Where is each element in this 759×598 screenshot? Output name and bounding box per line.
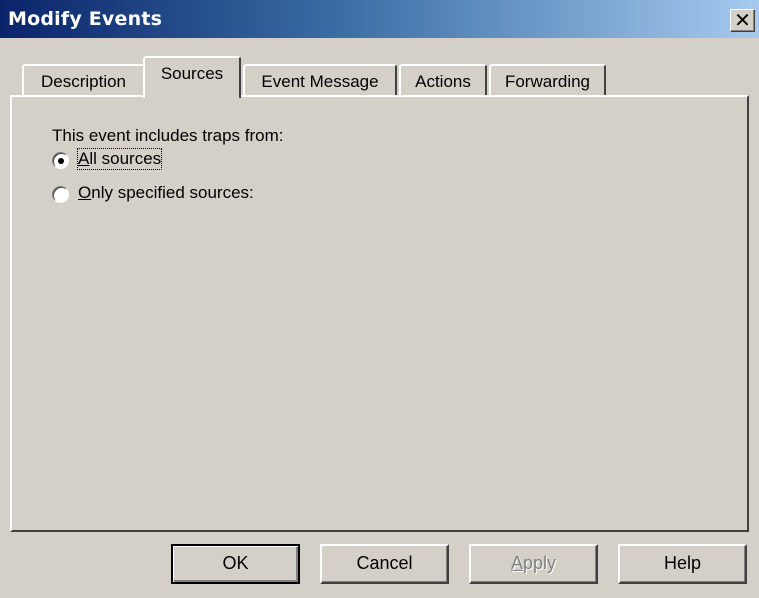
radio-only-specified-text: nly specified sources: — [91, 183, 254, 202]
mnemonic-o: O — [78, 183, 92, 202]
radio-all-sources-text: ll sources — [89, 149, 162, 168]
apply-button-label: Apply — [511, 553, 556, 573]
help-button[interactable]: Help — [618, 544, 747, 584]
cancel-button[interactable]: Cancel — [320, 544, 449, 584]
close-button[interactable]: ✕ — [730, 9, 755, 32]
traps-intro-label: This event includes traps from: — [52, 126, 284, 145]
tab-actions-label: Actions — [415, 72, 471, 91]
radio-dot — [58, 158, 64, 164]
radio-button-unselected[interactable] — [52, 186, 69, 203]
radio-button-selected[interactable] — [52, 152, 69, 169]
radio-all-sources-label[interactable]: All sources — [76, 148, 163, 170]
dialog-button-bar: OK Cancel Apply Help — [0, 540, 759, 588]
title-bar[interactable]: Modify Events ✕ — [0, 0, 759, 38]
tab-sources-label: Sources — [160, 64, 224, 83]
cancel-button-label: Cancel — [356, 553, 413, 573]
modify-events-dialog: Modify Events ✕ Description Sources Even… — [0, 0, 759, 598]
tab-forwarding-label: Forwarding — [504, 72, 591, 91]
tab-description-label: Description — [40, 72, 127, 91]
window-title: Modify Events — [8, 8, 163, 30]
tab-event-message-label: Event Message — [261, 72, 379, 91]
apply-button[interactable]: Apply — [469, 544, 598, 584]
tab-description[interactable]: Description — [22, 64, 145, 95]
close-icon: ✕ — [734, 8, 751, 32]
tab-sources[interactable]: Sources — [143, 56, 241, 98]
mnemonic-a: A — [78, 149, 90, 168]
tab-forwarding[interactable]: Forwarding — [489, 64, 606, 95]
tab-event-message[interactable]: Event Message — [243, 64, 397, 95]
sources-tab-panel: This event includes traps from: All sour… — [10, 95, 749, 532]
ok-button-label: OK — [222, 553, 249, 573]
help-button-label: Help — [663, 553, 702, 573]
mnemonic-apply: A — [510, 553, 523, 573]
tab-actions[interactable]: Actions — [399, 64, 487, 95]
radio-only-specified-label[interactable]: Only specified sources: — [78, 183, 254, 203]
apply-button-text: pply — [522, 553, 557, 573]
ok-button[interactable]: OK — [171, 544, 300, 584]
